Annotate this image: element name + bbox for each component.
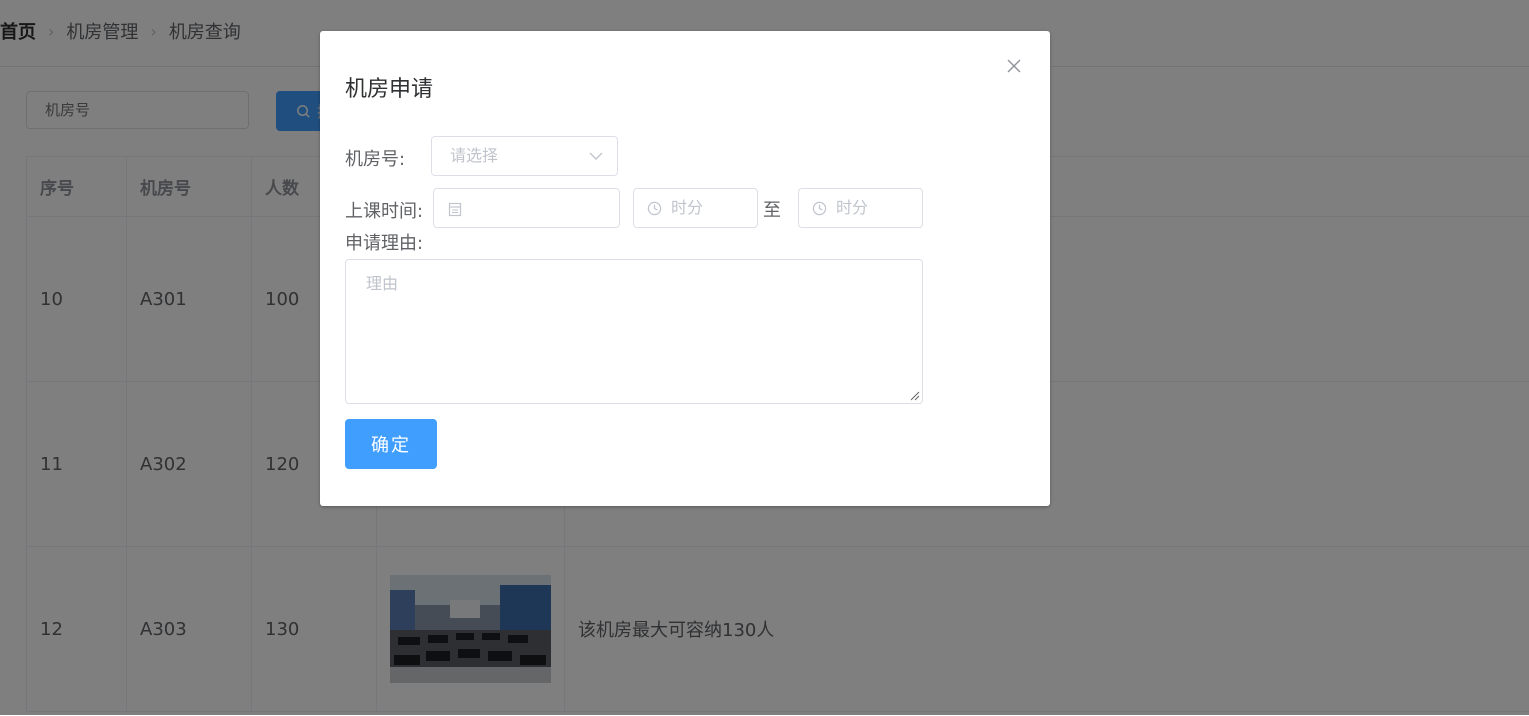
- start-time-placeholder: 时分: [671, 198, 704, 217]
- confirm-button[interactable]: 确定: [345, 419, 437, 469]
- start-time-picker[interactable]: 时分: [633, 188, 758, 228]
- chevron-down-icon: [589, 152, 603, 160]
- calendar-icon: [448, 202, 462, 217]
- dialog-title: 机房申请: [345, 77, 434, 102]
- range-separator: 至: [763, 200, 781, 221]
- end-time-placeholder: 时分: [836, 198, 869, 217]
- clock-icon: [647, 201, 662, 216]
- reason-textarea[interactable]: 理由: [345, 259, 923, 404]
- class-time-label: 上课时间:: [345, 201, 424, 222]
- reason-label: 申请理由:: [345, 233, 424, 254]
- room-number-placeholder: 请选择: [450, 146, 499, 165]
- room-number-select[interactable]: 请选择: [431, 136, 618, 176]
- room-application-dialog: 机房申请 机房号: 请选择 上课时间: 时分 至 时分 申请理由: 理由 确定: [320, 31, 1050, 506]
- end-time-picker[interactable]: 时分: [798, 188, 923, 228]
- clock-icon: [812, 201, 827, 216]
- resize-handle-icon[interactable]: [910, 391, 920, 401]
- close-icon[interactable]: [1006, 58, 1022, 74]
- reason-placeholder: 理由: [366, 274, 399, 293]
- room-number-label: 机房号:: [345, 149, 406, 170]
- date-picker[interactable]: [433, 188, 620, 228]
